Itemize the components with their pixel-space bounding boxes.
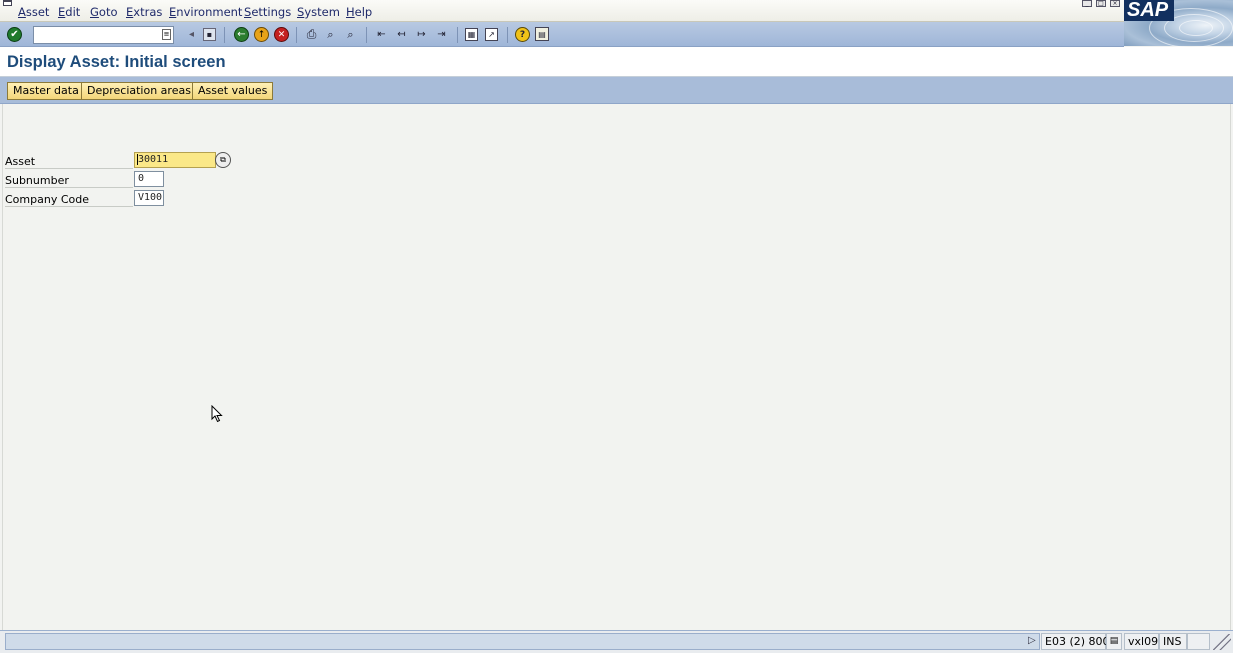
maximize-icon[interactable]: □ — [1096, 0, 1106, 7]
title-bar: Display Asset: Initial screen — [0, 47, 1233, 77]
subnumber-input[interactable]: 0 — [134, 171, 164, 187]
menu-goto[interactable]: Goto — [90, 5, 118, 19]
asset-values-button[interactable]: Asset values — [192, 82, 274, 100]
command-history-icon[interactable]: ≡ — [162, 29, 171, 40]
cancel-icon[interactable]: ✕ — [274, 27, 289, 42]
first-page-icon[interactable]: ⇤ — [374, 27, 389, 42]
menu-asset[interactable]: Asset — [18, 5, 49, 19]
minimize-icon[interactable]: _ — [1082, 0, 1092, 7]
asset-label: Asset — [5, 155, 133, 169]
command-field[interactable]: ≡ — [33, 26, 174, 44]
company-code-label: Company Code — [5, 193, 133, 207]
window-menu-icon[interactable] — [3, 0, 12, 6]
save-icon[interactable]: ▪ — [203, 28, 216, 41]
menu-edit[interactable]: Edit — [58, 5, 80, 19]
menu-settings[interactable]: Settings — [244, 5, 291, 19]
search-help-icon[interactable]: ⧉ — [215, 152, 231, 168]
text-cursor — [137, 154, 138, 165]
system-info: E03 (2) 800 — [1041, 633, 1110, 650]
find-icon[interactable]: ⌕ — [323, 27, 338, 42]
sap-logo-text: SAP — [1124, 0, 1174, 21]
next-page-icon[interactable]: ↦ — [414, 27, 429, 42]
exit-icon[interactable]: ↑ — [254, 27, 269, 42]
layout-menu-icon[interactable]: ▤ — [535, 27, 549, 41]
new-session-icon[interactable]: ▦ — [465, 28, 478, 41]
depreciation-areas-button[interactable]: Depreciation areas — [81, 82, 197, 100]
menu-system[interactable]: System — [297, 5, 340, 19]
menu-help[interactable]: Help — [346, 5, 372, 19]
status-expand-icon[interactable]: ▷ — [1028, 635, 1036, 646]
system-info-list-icon[interactable]: ▤ — [1106, 633, 1122, 650]
page-title: Display Asset: Initial screen — [7, 53, 226, 71]
menu-environment[interactable]: Environment — [169, 5, 242, 19]
subnumber-label: Subnumber — [5, 174, 133, 188]
find-next-icon[interactable]: ⌕ — [343, 27, 358, 42]
company-code-input[interactable]: V100 — [134, 190, 164, 206]
last-page-icon[interactable]: ⇥ — [434, 27, 449, 42]
status-bar: ▷ E03 (2) 800 ▤ vxl09 INS — [0, 630, 1233, 653]
server-name: vxl09 — [1124, 633, 1159, 650]
collapse-left-icon[interactable]: ◂ — [184, 27, 199, 42]
content-area: Asset 30011 ⧉ Subnumber 0 Company Code V… — [2, 104, 1231, 630]
back-icon[interactable]: ← — [234, 27, 249, 42]
resize-grip-icon[interactable] — [1213, 634, 1231, 650]
menu-extras[interactable]: Extras — [126, 5, 162, 19]
status-empty-cell — [1187, 633, 1210, 650]
master-data-button[interactable]: Master data — [7, 82, 85, 100]
application-toolbar: Master data Depreciation areas Asset val… — [0, 77, 1233, 104]
previous-page-icon[interactable]: ↤ — [394, 27, 409, 42]
menu-bar: Asset Edit Goto Extras Environment Setti… — [0, 0, 1233, 22]
mouse-pointer-icon — [211, 405, 223, 423]
sap-logo: SAP — [1124, 0, 1233, 48]
close-window-icon[interactable]: × — [1110, 0, 1120, 7]
insert-mode[interactable]: INS — [1159, 633, 1187, 650]
print-icon[interactable]: ⎙ — [304, 27, 319, 42]
enter-check-icon[interactable]: ✔ — [7, 27, 22, 42]
status-message — [5, 633, 1040, 650]
shortcut-icon[interactable]: ↗ — [485, 28, 498, 41]
standard-toolbar: ✔ ≡ ◂ ▪ ← ↑ ✕ ⎙ ⌕ ⌕ ⇤ ↤ ↦ ⇥ ▦ ↗ ? ▤ — [0, 22, 1124, 47]
asset-input[interactable]: 30011 — [134, 152, 216, 168]
help-icon[interactable]: ? — [515, 27, 530, 42]
